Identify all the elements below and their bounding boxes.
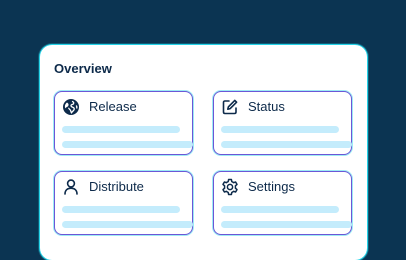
gear-icon	[221, 178, 239, 196]
status-card[interactable]: Status	[213, 91, 352, 155]
user-icon	[62, 178, 80, 196]
release-card[interactable]: Release	[54, 91, 193, 155]
distribute-label: Distribute	[89, 179, 144, 194]
placeholder-line	[62, 141, 193, 148]
panel-title: Overview	[54, 61, 112, 76]
status-label: Status	[248, 99, 285, 114]
settings-label: Settings	[248, 179, 295, 194]
placeholder-line	[221, 206, 339, 213]
placeholder-line	[221, 221, 352, 228]
globe-icon	[62, 98, 80, 116]
edit-icon	[221, 98, 239, 116]
placeholder-line	[62, 206, 180, 213]
release-label: Release	[89, 99, 137, 114]
distribute-card[interactable]: Distribute	[54, 171, 193, 235]
settings-card[interactable]: Settings	[213, 171, 352, 235]
placeholder-line	[62, 221, 193, 228]
placeholder-line	[62, 126, 180, 133]
overview-panel: Overview Release Status Distribute Setti…	[40, 45, 367, 260]
placeholder-line	[221, 126, 339, 133]
placeholder-line	[221, 141, 352, 148]
